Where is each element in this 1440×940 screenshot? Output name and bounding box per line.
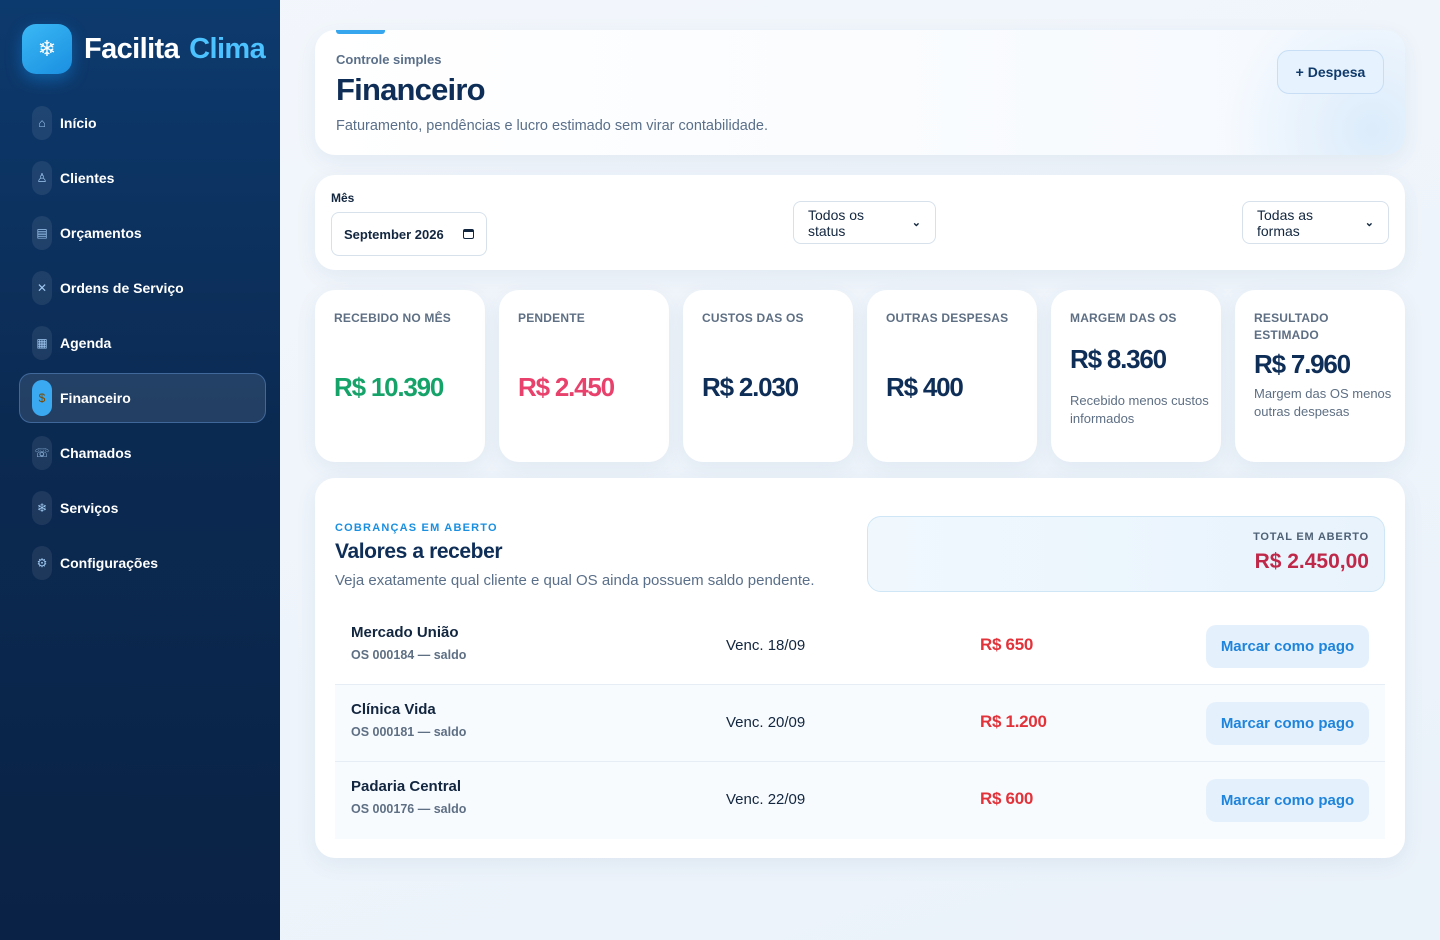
filters-bar: Mês September 2026 Todos os status ⌄ Tod…: [315, 175, 1405, 270]
chevron-down-icon: ⌄: [911, 217, 921, 229]
sidebar-item-inicio[interactable]: ⌂ Início: [19, 98, 266, 148]
due-date: Venc. 22/09: [726, 791, 806, 808]
gear-icon: ⚙: [32, 546, 52, 580]
month-input[interactable]: September 2026: [331, 212, 487, 256]
sidebar-item-servicos[interactable]: ❄ Serviços: [19, 483, 266, 533]
mark-paid-button[interactable]: Marcar como pago: [1206, 702, 1369, 745]
stat-value: R$ 10.390: [334, 372, 444, 402]
table-row: Padaria Central OS 000176 — saldo Venc. …: [335, 762, 1385, 839]
os-reference: OS 000184 — saldo: [351, 648, 467, 662]
sidebar-item-clientes[interactable]: ♙ Clientes: [19, 153, 266, 203]
sidebar-item-chamados[interactable]: ☏ Chamados: [19, 428, 266, 478]
sidebar-item-label: Financeiro: [60, 390, 131, 406]
page-title: Financeiro: [336, 72, 486, 107]
sidebar-item-label: Ordens de Serviço: [60, 280, 184, 296]
sidebar-item-label: Configurações: [60, 555, 159, 571]
snowflake-icon: ❄: [22, 24, 72, 74]
payment-method-select-value: Todas as formas: [1257, 206, 1314, 239]
money-bag-icon: $: [32, 380, 52, 416]
brand-name: Facilita Clima: [84, 32, 266, 65]
stat-value: R$ 2.450: [518, 372, 615, 402]
stat-note: Margem das OS menos outras despesas: [1254, 386, 1392, 419]
mark-paid-button[interactable]: Marcar como pago: [1206, 625, 1369, 668]
stat-card-pending: PENDENTE R$ 2.450: [499, 290, 669, 462]
phone-icon: ☏: [32, 436, 52, 470]
stat-card-os-costs: CUSTOS DAS OS R$ 2.030: [683, 290, 853, 462]
sidebar-item-label: Agenda: [60, 335, 112, 351]
amount-due: R$ 1.200: [980, 712, 1047, 731]
section-title: Valores a receber: [335, 540, 503, 563]
receipt-icon: ▤: [32, 216, 52, 250]
receivables-panel: COBRANÇAS EM ABERTO Valores a receber Ve…: [315, 478, 1405, 858]
stat-label: MARGEM DAS OS: [1070, 311, 1177, 325]
stat-value: R$ 2.030: [702, 372, 799, 402]
client-name: Clínica Vida: [351, 701, 436, 718]
stat-value: R$ 7.960: [1254, 349, 1351, 379]
stat-card-os-margin: MARGEM DAS OS R$ 8.360 Recebido menos cu…: [1051, 290, 1221, 462]
page-header: Controle simples Financeiro Faturamento,…: [315, 30, 1405, 155]
open-total-box: TOTAL EM ABERTO R$ 2.450,00: [867, 516, 1385, 592]
due-date: Venc. 18/09: [726, 637, 806, 654]
sidebar-item-orcamentos[interactable]: ▤ Orçamentos: [19, 208, 266, 258]
sidebar: ❄ Facilita Clima ⌂ Início ♙ Clientes ▤ Or…: [0, 0, 280, 940]
sidebar-item-label: Serviços: [60, 500, 119, 516]
sidebar-item-label: Clientes: [60, 170, 115, 186]
stat-card-other-expenses: OUTRAS DESPESAS R$ 400: [867, 290, 1037, 462]
sidebar-item-label: Chamados: [60, 445, 132, 461]
page-subtitle: Faturamento, pendências e lucro estimado…: [336, 118, 769, 134]
sidebar-item-agenda[interactable]: ▦ Agenda: [19, 318, 266, 368]
user-icon: ♙: [32, 161, 52, 195]
calendar-icon[interactable]: [463, 229, 474, 239]
tools-icon: ✕: [32, 271, 52, 305]
section-eyebrow: COBRANÇAS EM ABERTO: [335, 522, 498, 534]
sidebar-item-label: Orçamentos: [60, 225, 142, 241]
calendar-icon: ▦: [32, 326, 52, 360]
open-total-label: TOTAL EM ABERTO: [1253, 531, 1369, 543]
sidebar-nav: ⌂ Início ♙ Clientes ▤ Orçamentos ✕ Orden…: [19, 98, 266, 593]
accent-strip: [336, 30, 385, 34]
open-total-value: R$ 2.450,00: [1254, 550, 1369, 573]
status-select-value: Todos os status: [808, 206, 865, 239]
mark-paid-button[interactable]: Marcar como pago: [1206, 779, 1369, 822]
sidebar-item-configuracoes[interactable]: ⚙ Configurações: [19, 538, 266, 588]
stat-card-received: RECEBIDO NO MÊS R$ 10.390: [315, 290, 485, 462]
client-name: Padaria Central: [351, 778, 462, 795]
stat-value: R$ 400: [886, 372, 964, 402]
section-subtitle: Veja exatamente qual cliente e qual OS a…: [335, 572, 815, 589]
brand[interactable]: ❄ Facilita Clima: [22, 24, 266, 74]
month-value: September 2026: [344, 226, 444, 242]
sidebar-item-ordens-de-servico[interactable]: ✕ Ordens de Serviço: [19, 263, 266, 313]
os-reference: OS 000176 — saldo: [351, 802, 467, 816]
home-icon: ⌂: [32, 106, 52, 140]
chevron-down-icon: ⌄: [1364, 217, 1374, 229]
table-row: Clínica Vida OS 000181 — saldo Venc. 20/…: [335, 685, 1385, 762]
snowflake-icon: ❄: [32, 491, 52, 525]
stat-note: Recebido menos custos informados: [1070, 393, 1209, 426]
sidebar-item-label: Início: [60, 115, 97, 131]
due-date: Venc. 20/09: [726, 714, 806, 731]
os-reference: OS 000181 — saldo: [351, 725, 467, 739]
client-name: Mercado União: [351, 624, 459, 641]
payment-method-select[interactable]: Todas as formas ⌄: [1242, 201, 1389, 244]
month-label: Mês: [331, 191, 355, 205]
stat-label: RESULTADO ESTIMADO: [1254, 311, 1329, 342]
amount-due: R$ 650: [980, 635, 1034, 654]
page-eyebrow: Controle simples: [336, 52, 442, 67]
amount-due: R$ 600: [980, 789, 1034, 808]
sidebar-item-financeiro[interactable]: $ Financeiro: [19, 373, 266, 423]
table-row: Mercado União OS 000184 — saldo Venc. 18…: [335, 608, 1385, 685]
stat-card-estimated-result: RESULTADO ESTIMADO R$ 7.960 Margem das O…: [1235, 290, 1405, 462]
stat-label: CUSTOS DAS OS: [702, 311, 804, 325]
add-expense-button[interactable]: + Despesa: [1277, 50, 1384, 94]
stat-label: RECEBIDO NO MÊS: [334, 311, 452, 325]
stat-label: PENDENTE: [518, 311, 585, 325]
stat-value: R$ 8.360: [1070, 344, 1167, 374]
status-select[interactable]: Todos os status ⌄: [793, 201, 936, 244]
stat-label: OUTRAS DESPESAS: [886, 311, 1009, 325]
